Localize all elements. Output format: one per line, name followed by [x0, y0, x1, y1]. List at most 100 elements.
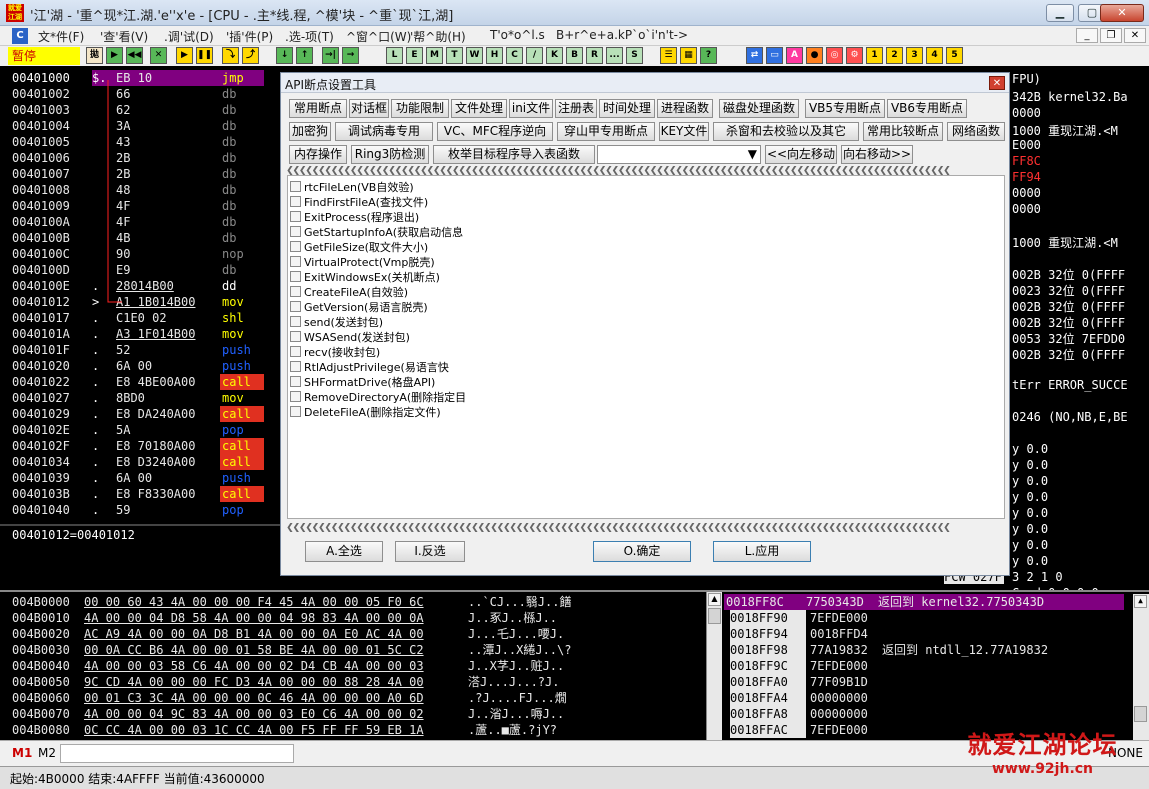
category-button[interactable]: 文件处理	[451, 99, 507, 118]
throw-button[interactable]: 拋	[86, 47, 103, 64]
target-icon[interactable]: ◎	[826, 47, 843, 64]
checkbox-icon[interactable]	[290, 361, 301, 372]
disasm-row[interactable]: 0040102F. E8 70180A00 call	[12, 438, 282, 454]
disasm-row[interactable]: 00401034. E8 D3240A00 call	[12, 454, 282, 470]
disasm-row[interactable]: 00401022. E8 4BE00A00 call	[12, 374, 282, 390]
menu-plugins[interactable]: '插'件(P)	[226, 28, 273, 45]
close-button[interactable]: ✕	[1100, 4, 1144, 22]
api-checkbox[interactable]: DeleteFileA(删除指定文件)	[290, 405, 441, 420]
ok-button[interactable]: O.确定	[593, 541, 691, 562]
toolbar-number-button[interactable]: 2	[886, 47, 903, 64]
move-right-button[interactable]: 向右移动>>	[841, 145, 913, 164]
toolbar-window-button[interactable]: C	[506, 47, 523, 64]
category-button[interactable]: VB6专用断点	[887, 99, 967, 118]
disasm-row[interactable]: 00401007 2B db	[12, 166, 282, 182]
mdi-minimize-button[interactable]: _	[1076, 28, 1098, 43]
category-button[interactable]: 功能限制	[391, 99, 449, 118]
api-checkbox[interactable]: send(发送封包)	[290, 315, 383, 330]
mdi-restore-button[interactable]: ❐	[1100, 28, 1122, 43]
disasm-row[interactable]: 00401000 $. EB 10 jmp	[12, 70, 282, 86]
go-to-icon[interactable]: →	[342, 47, 359, 64]
menu-file[interactable]: 文*件(F)	[38, 28, 84, 45]
category-button[interactable]: 杀窗和去校验以及其它	[713, 122, 859, 141]
menu-options[interactable]: .选-项(T)	[285, 28, 334, 45]
api-checkbox[interactable]: VirtualProtect(Vmp脱壳)	[290, 255, 435, 270]
disasm-row[interactable]: 00401039. 6A 00 push	[12, 470, 282, 486]
scroll-up-icon[interactable]: ▲	[1134, 595, 1147, 608]
checkbox-icon[interactable]	[290, 241, 301, 252]
toolbar-number-button[interactable]: 4	[926, 47, 943, 64]
execute-till-return-icon[interactable]: →|	[322, 47, 339, 64]
checkbox-icon[interactable]	[290, 406, 301, 417]
options-icon[interactable]: ⚙	[846, 47, 863, 64]
category-button[interactable]: 对话框	[349, 99, 389, 118]
toolbar-window-button[interactable]: B	[566, 47, 583, 64]
command-input[interactable]	[60, 744, 294, 763]
disasm-row[interactable]: 0040102E. 5A pop	[12, 422, 282, 438]
disasm-row[interactable]: 00401002 66 db	[12, 86, 282, 102]
list-icon[interactable]: ☰	[660, 47, 677, 64]
checkbox-icon[interactable]	[290, 271, 301, 282]
step-into-icon[interactable]: ⤵	[222, 47, 239, 64]
m1-tab[interactable]: M1	[12, 746, 32, 760]
disasm-row[interactable]: 0040100B 4B db	[12, 230, 282, 246]
disasm-row[interactable]: 00401029. E8 DA240A00 call	[12, 406, 282, 422]
stack-scrollbar[interactable]: ▲	[1133, 594, 1149, 740]
stack-row[interactable]: 0018FFA4 00000000	[728, 690, 1128, 706]
menu-debug[interactable]: .调'试(D)	[164, 28, 214, 45]
toolbar-window-button[interactable]: E	[406, 47, 423, 64]
checkbox-icon[interactable]	[290, 346, 301, 357]
disasm-row[interactable]: 00401003 62 db	[12, 102, 282, 118]
menu-window[interactable]: ^窗^口(W)	[346, 28, 411, 45]
toolbar-window-button[interactable]: L	[386, 47, 403, 64]
toolbar-window-button[interactable]: K	[546, 47, 563, 64]
api-checkbox[interactable]: rtcFileLen(VB自效验)	[290, 180, 414, 195]
disasm-row[interactable]: 00401027. 8BD0 mov	[12, 390, 282, 406]
a-icon[interactable]: A	[786, 47, 803, 64]
stack-row[interactable]: 0018FF98 77A19832 返回到 ntdll_12.77A19832	[728, 642, 1128, 658]
close-process-icon[interactable]: ✕	[150, 47, 167, 64]
import-function-select[interactable]: ▼	[597, 145, 761, 164]
window-icon[interactable]: ▭	[766, 47, 783, 64]
trace-into-icon[interactable]: ↓	[276, 47, 293, 64]
checkbox-icon[interactable]	[290, 301, 301, 312]
api-checkbox[interactable]: ExitWindowsEx(关机断点)	[290, 270, 440, 285]
category-ring3-button[interactable]: Ring3防检测	[351, 145, 429, 164]
help-icon[interactable]: ?	[700, 47, 717, 64]
toolbar-window-button[interactable]: ...	[606, 47, 623, 64]
api-checkbox[interactable]: WSASend(发送封包)	[290, 330, 410, 345]
record-icon[interactable]: ●	[806, 47, 823, 64]
grid-icon[interactable]: ▦	[680, 47, 697, 64]
disasm-row[interactable]: 00401008 48 db	[12, 182, 282, 198]
disasm-row[interactable]: 00401017. C1E0 02 shl	[12, 310, 282, 326]
apply-button[interactable]: L.应用	[713, 541, 811, 562]
stack-row[interactable]: 0018FF94 0018FFD4	[728, 626, 1128, 642]
category-button[interactable]: 调试病毒专用	[335, 122, 433, 141]
category-button[interactable]: 加密狗	[289, 122, 331, 141]
api-checkbox[interactable]: FindFirstFileA(查找文件)	[290, 195, 428, 210]
run-icon[interactable]: ▶	[176, 47, 193, 64]
restart-icon[interactable]: ▶	[106, 47, 123, 64]
toolbar-window-button[interactable]: W	[466, 47, 483, 64]
api-checkbox[interactable]: ExitProcess(程序退出)	[290, 210, 419, 225]
api-checkbox[interactable]: RtlAdjustPrivilege(易语言快	[290, 360, 449, 375]
stack-row[interactable]: 0018FFA0 77F09B1D	[728, 674, 1128, 690]
refresh-icon[interactable]: ⇄	[746, 47, 763, 64]
disasm-row[interactable]: 00401005 43 db	[12, 134, 282, 150]
category-button[interactable]: 磁盘处理函数	[719, 99, 799, 118]
toolbar-window-button[interactable]: M	[426, 47, 443, 64]
checkbox-icon[interactable]	[290, 196, 301, 207]
stack-row[interactable]: 0018FFA8 00000000	[728, 706, 1128, 722]
toolbar-window-button[interactable]: R	[586, 47, 603, 64]
dump-scrollbar[interactable]: ▲	[706, 592, 722, 740]
api-checkbox[interactable]: GetFileSize(取文件大小)	[290, 240, 428, 255]
select-all-button[interactable]: A.全选	[305, 541, 383, 562]
stack-row[interactable]: 0018FF9C 7EFDE000	[728, 658, 1128, 674]
api-checkbox[interactable]: RemoveDirectoryA(删除指定目	[290, 390, 466, 405]
stack-row[interactable]: 0018FF8C 7750343D 返回到 kernel32.7750343D	[724, 594, 1124, 610]
category-button[interactable]: VC、MFC程序逆向	[437, 122, 553, 141]
menu-breakpoints[interactable]: B+r^e+a.kP`o`i'n't->	[556, 28, 688, 42]
checkbox-icon[interactable]	[290, 286, 301, 297]
disasm-row[interactable]: 0040100C 90 nop	[12, 246, 282, 262]
checkbox-icon[interactable]	[290, 391, 301, 402]
